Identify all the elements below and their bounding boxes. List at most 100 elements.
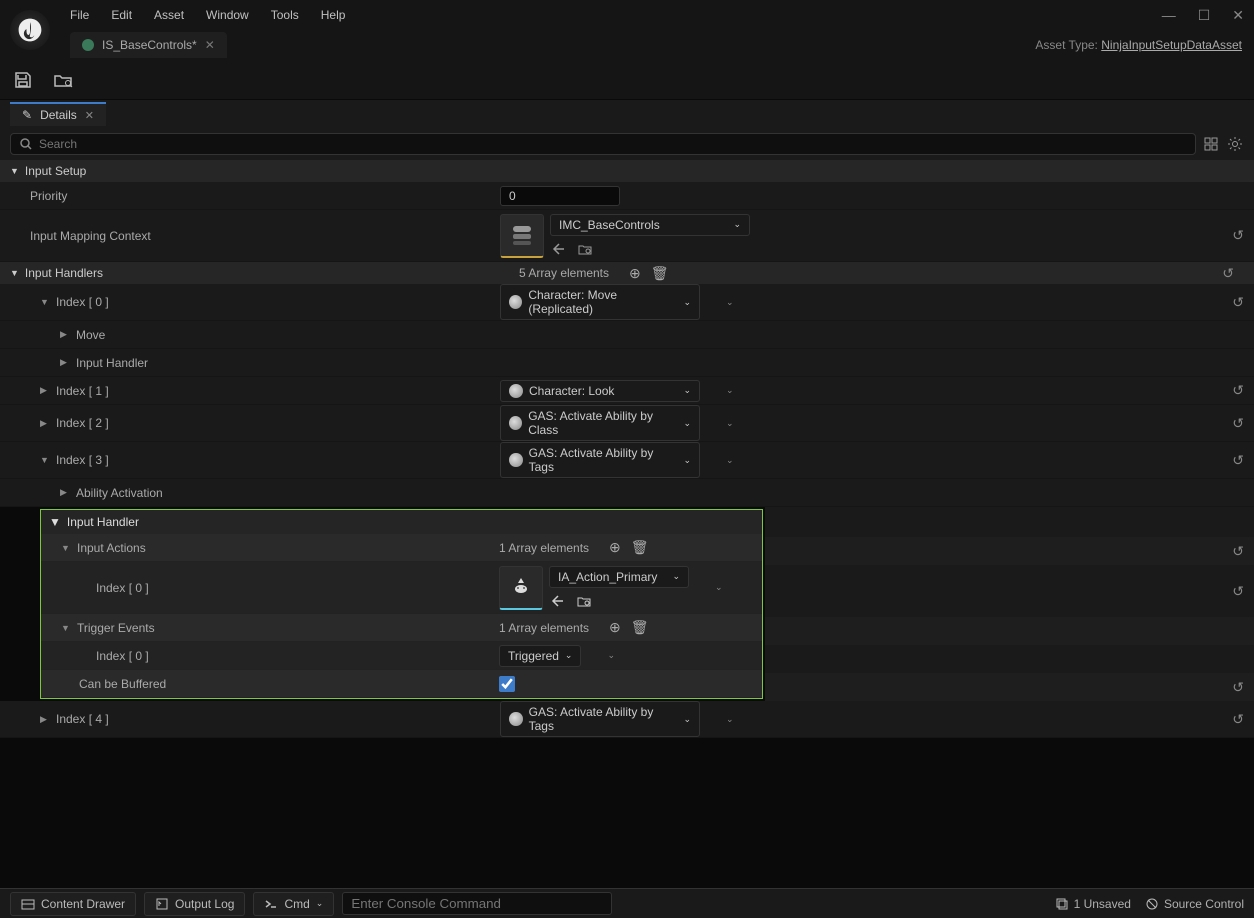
handler-class-dropdown[interactable]: Character: Look ⌄: [500, 380, 700, 402]
chevron-down-icon[interactable]: ▼: [61, 623, 71, 633]
reset-icon[interactable]: ↺: [1232, 415, 1244, 432]
handler-class-dropdown[interactable]: GAS: Activate Ability by Tags ⌄: [500, 442, 700, 478]
output-log-button[interactable]: Output Log: [144, 892, 245, 916]
chevron-down-icon: ⌄: [683, 297, 691, 308]
menu-file[interactable]: File: [70, 8, 89, 22]
content-drawer-label: Content Drawer: [41, 897, 125, 911]
chevron-down-icon[interactable]: ▼: [40, 455, 50, 465]
browse-to-icon[interactable]: [576, 240, 594, 258]
ia-thumbnail[interactable]: [499, 566, 543, 610]
section-input-setup[interactable]: ▼ Input Setup: [0, 160, 1254, 182]
expand-icon[interactable]: ⌄: [715, 582, 723, 593]
close-icon[interactable]: ✕: [1232, 7, 1244, 24]
menu-asset[interactable]: Asset: [154, 8, 184, 22]
details-close-icon[interactable]: ✕: [85, 109, 94, 122]
reset-icon[interactable]: ↺: [1232, 227, 1244, 244]
reset-icon[interactable]: ↺: [1232, 543, 1244, 560]
details-tab-label: Details: [40, 108, 77, 122]
cmd-button[interactable]: Cmd ⌄: [253, 892, 334, 916]
trigger-value: Triggered: [508, 649, 559, 663]
expand-icon[interactable]: ⌄: [726, 385, 734, 396]
reset-icon[interactable]: ↺: [1232, 452, 1244, 469]
gear-icon[interactable]: [1226, 135, 1244, 153]
ue-logo[interactable]: [10, 10, 50, 50]
asset-type-link[interactable]: NinjaInputSetupDataAsset: [1101, 38, 1242, 52]
use-selected-icon[interactable]: [549, 592, 567, 610]
index-label: Index [ 4 ]: [56, 712, 109, 726]
handler-class-dropdown[interactable]: Character: Move (Replicated) ⌄: [500, 284, 700, 320]
prop-priority: Priority 0: [0, 182, 1254, 210]
handler-class-dropdown[interactable]: GAS: Activate Ability by Class ⌄: [500, 405, 700, 441]
class-orb-icon: [509, 453, 523, 467]
ia-index-label: Index [ 0 ]: [96, 581, 149, 595]
browse-icon[interactable]: [52, 69, 74, 91]
menu-help[interactable]: Help: [321, 8, 346, 22]
search-input[interactable]: [39, 137, 1187, 151]
clear-array-icon[interactable]: 🗑: [631, 539, 649, 556]
reset-icon[interactable]: ↺: [1232, 294, 1244, 311]
chevron-right-icon[interactable]: ▶: [60, 357, 70, 368]
unsaved-button[interactable]: 1 Unsaved: [1055, 897, 1131, 911]
reset-icon[interactable]: ↺: [1232, 711, 1244, 728]
class-label: GAS: Activate Ability by Tags: [529, 705, 678, 733]
chevron-down-icon[interactable]: ▼: [40, 297, 50, 307]
priority-input[interactable]: 0: [500, 186, 620, 206]
class-orb-icon: [509, 384, 523, 398]
array-count: 1 Array elements: [499, 541, 589, 555]
class-orb-icon: [509, 295, 522, 309]
can-buffered-checkbox[interactable]: [499, 676, 515, 692]
search-row: [0, 128, 1254, 160]
details-tab[interactable]: ✎ Details ✕: [10, 102, 106, 126]
search-box[interactable]: [10, 133, 1196, 155]
chevron-right-icon[interactable]: ▶: [40, 418, 50, 429]
te-index-label: Index [ 0 ]: [96, 649, 149, 663]
handler-index-2: ▶ Index [ 2 ] GAS: Activate Ability by C…: [0, 405, 1254, 442]
expand-icon[interactable]: ⌄: [726, 418, 734, 429]
menu-window[interactable]: Window: [206, 8, 249, 22]
menu-edit[interactable]: Edit: [111, 8, 132, 22]
content-drawer-button[interactable]: Content Drawer: [10, 892, 136, 916]
save-icon[interactable]: [12, 69, 34, 91]
reset-icon[interactable]: ↺: [1222, 265, 1234, 282]
hl-header[interactable]: ▼ Input Handler: [41, 510, 762, 534]
handler-class-dropdown[interactable]: GAS: Activate Ability by Tags ⌄: [500, 701, 700, 737]
ia-dropdown[interactable]: IA_Action_Primary ⌄: [549, 566, 689, 588]
trigger-dropdown[interactable]: Triggered ⌄: [499, 645, 581, 667]
source-control-button[interactable]: Source Control: [1145, 897, 1244, 911]
section-input-handlers[interactable]: ▼ Input Handlers 5 Array elements ⊕ 🗑 ↺: [0, 262, 1254, 284]
add-element-icon[interactable]: ⊕: [609, 539, 621, 556]
clear-array-icon[interactable]: 🗑: [651, 265, 669, 282]
expand-icon[interactable]: ⌄: [726, 455, 734, 466]
minimize-icon[interactable]: —: [1162, 7, 1176, 24]
chevron-right-icon[interactable]: ▶: [60, 487, 70, 498]
console-input[interactable]: [342, 892, 612, 915]
index-label: Index [ 1 ]: [56, 384, 109, 398]
chevron-right-icon[interactable]: ▶: [40, 714, 50, 725]
reset-icon[interactable]: ↺: [1232, 679, 1244, 696]
reset-icon[interactable]: ↺: [1232, 382, 1244, 399]
chevron-right-icon[interactable]: ▶: [40, 385, 50, 396]
chevron-down-icon[interactable]: ▼: [61, 543, 71, 553]
clear-array-icon[interactable]: 🗑: [631, 619, 649, 636]
expand-icon[interactable]: ⌄: [726, 297, 734, 308]
add-element-icon[interactable]: ⊕: [609, 619, 621, 636]
imc-dropdown[interactable]: IMC_BaseControls ⌄: [550, 214, 750, 236]
class-orb-icon: [509, 416, 522, 430]
expand-icon[interactable]: ⌄: [607, 650, 615, 661]
add-element-icon[interactable]: ⊕: [629, 265, 641, 282]
prop-move: ▶ Move: [0, 321, 1254, 349]
menubar: File Edit Asset Window Tools Help — ☐ ✕: [0, 0, 1254, 30]
asset-tab[interactable]: IS_BaseControls* ✕: [70, 32, 227, 58]
imc-thumbnail[interactable]: [500, 214, 544, 258]
move-label: Move: [76, 328, 105, 342]
menu-tools[interactable]: Tools: [271, 8, 299, 22]
use-selected-icon[interactable]: [550, 240, 568, 258]
close-tab-icon[interactable]: ✕: [205, 38, 215, 52]
chevron-right-icon[interactable]: ▶: [60, 329, 70, 340]
trigger-event-0: Index [ 0 ] Triggered ⌄ ⌄: [41, 642, 762, 670]
grid-icon[interactable]: [1202, 135, 1220, 153]
maximize-icon[interactable]: ☐: [1198, 7, 1211, 24]
reset-icon[interactable]: ↺: [1232, 583, 1244, 600]
expand-icon[interactable]: ⌄: [726, 714, 734, 725]
browse-to-icon[interactable]: [575, 592, 593, 610]
